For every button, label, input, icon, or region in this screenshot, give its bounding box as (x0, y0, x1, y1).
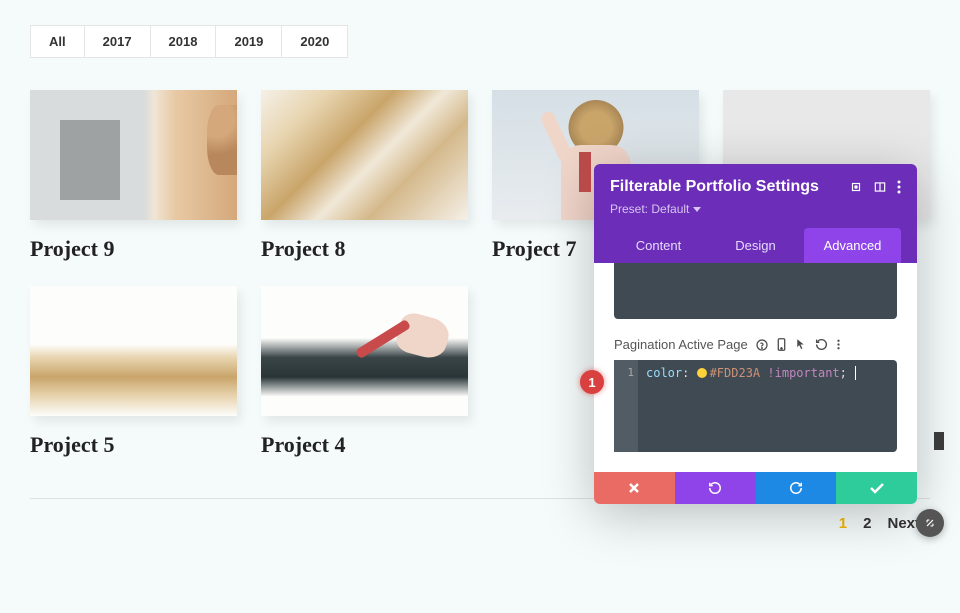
portfolio-card[interactable]: Project 8 (261, 90, 468, 262)
preset-label: Preset: Default (610, 202, 689, 216)
annotation-badge: 1 (580, 370, 604, 394)
filter-2020[interactable]: 2020 (281, 25, 348, 58)
mobile-icon[interactable] (777, 338, 786, 351)
page-2[interactable]: 2 (863, 515, 871, 532)
redo-button[interactable] (756, 472, 837, 504)
more-icon[interactable] (897, 180, 901, 194)
resize-handle[interactable] (916, 509, 944, 537)
project-title: Project 9 (30, 236, 237, 262)
close-icon (628, 482, 640, 494)
filter-2018[interactable]: 2018 (150, 25, 217, 58)
save-button[interactable] (836, 472, 917, 504)
filter-2019[interactable]: 2019 (215, 25, 282, 58)
project-title: Project 8 (261, 236, 468, 262)
project-title: Project 5 (30, 432, 237, 458)
check-icon (870, 483, 884, 494)
tab-content[interactable]: Content (610, 228, 707, 263)
settings-modal: Filterable Portfolio Settings Preset: De… (594, 164, 917, 504)
close-button[interactable] (594, 472, 675, 504)
project-title: Project 4 (261, 432, 468, 458)
undo-button[interactable] (675, 472, 756, 504)
code-area[interactable] (614, 263, 897, 319)
columns-icon[interactable] (873, 180, 887, 194)
hover-icon[interactable] (795, 338, 806, 351)
thumbnail (261, 90, 468, 220)
more-icon[interactable] (837, 338, 840, 351)
color-swatch-icon (697, 368, 707, 378)
code-content: color: #FDD23A !important; (638, 360, 864, 452)
section-label: Pagination Active Page (614, 337, 748, 352)
drag-handle[interactable] (934, 432, 944, 450)
tab-advanced[interactable]: Advanced (804, 228, 901, 263)
modal-tabs: Content Design Advanced (610, 228, 901, 263)
undo-icon (707, 481, 723, 495)
resize-icon (923, 516, 937, 530)
portfolio-card[interactable]: Project 4 (261, 286, 468, 458)
chevron-down-icon (693, 207, 701, 212)
modal-title: Filterable Portfolio Settings (610, 178, 819, 196)
thumbnail (30, 90, 237, 220)
css-editor[interactable]: 1 color: #FDD23A !important; (614, 360, 897, 452)
filter-tabs: All 2017 2018 2019 2020 (30, 25, 930, 58)
help-icon[interactable] (756, 339, 768, 351)
redo-icon (788, 481, 804, 495)
pagination: 1 2 Next (30, 515, 930, 532)
reset-icon[interactable] (815, 338, 828, 351)
portfolio-card[interactable]: Project 5 (30, 286, 237, 458)
filter-2017[interactable]: 2017 (84, 25, 151, 58)
filter-all[interactable]: All (30, 25, 85, 58)
preset-select[interactable]: Preset: Default (610, 202, 901, 216)
thumbnail (30, 286, 237, 416)
thumbnail (261, 286, 468, 416)
page-1[interactable]: 1 (839, 515, 847, 532)
tab-design[interactable]: Design (707, 228, 804, 263)
line-number: 1 (614, 360, 638, 452)
portfolio-card[interactable]: Project 9 (30, 90, 237, 262)
expand-icon[interactable] (849, 180, 863, 194)
